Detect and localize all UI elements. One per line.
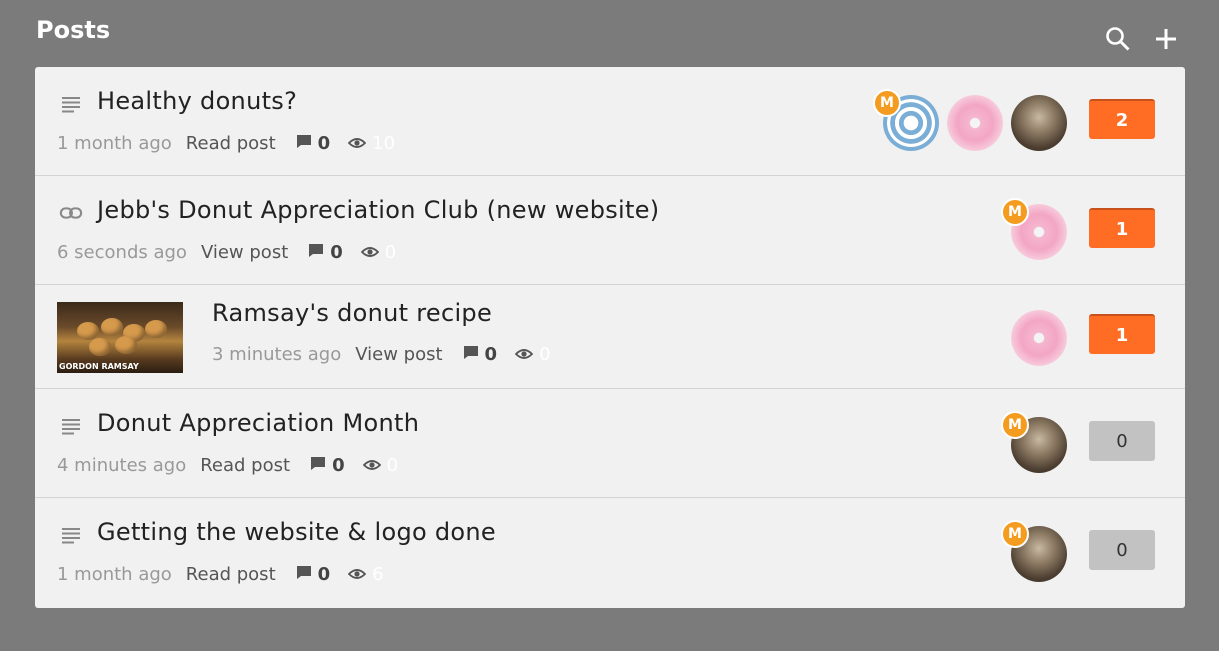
moderator-badge: M xyxy=(873,89,901,117)
comment-count: 0 xyxy=(296,133,331,154)
avatar[interactable]: M xyxy=(873,89,939,151)
view-count-value: 10 xyxy=(372,133,396,154)
post-action-link[interactable]: View post xyxy=(355,344,442,365)
header-actions xyxy=(1103,24,1181,54)
view-count-value: 0 xyxy=(384,242,397,263)
view-count: 0 xyxy=(360,242,397,263)
participant-avatars: M xyxy=(1001,411,1067,473)
comment-count: 0 xyxy=(463,344,498,365)
eye-icon xyxy=(362,455,387,476)
view-count: 0 xyxy=(362,455,399,476)
comment-count: 0 xyxy=(310,455,345,476)
vote-count-badge[interactable]: 1 xyxy=(1089,314,1155,354)
avatar[interactable]: M xyxy=(1001,198,1067,260)
post-title[interactable]: Healthy donuts? xyxy=(97,87,297,115)
avatar[interactable]: M xyxy=(1001,411,1067,473)
participant-avatars: M xyxy=(873,89,1067,151)
post-meta: 1 month ago Read post 0 10 xyxy=(57,133,395,154)
post-row[interactable]: Jebb's Donut Appreciation Club (new webs… xyxy=(35,176,1185,285)
post-row[interactable]: Donut Appreciation Month 4 minutes ago R… xyxy=(35,389,1185,498)
post-title[interactable]: Ramsay's donut recipe xyxy=(212,299,492,327)
post-action-link[interactable]: Read post xyxy=(186,133,276,154)
vote-count-badge[interactable]: 2 xyxy=(1089,99,1155,139)
post-title[interactable]: Jebb's Donut Appreciation Club (new webs… xyxy=(97,196,659,224)
participant-avatars: M xyxy=(1001,520,1067,582)
eye-icon xyxy=(347,564,372,585)
comment-icon xyxy=(296,564,318,585)
vote-count-badge[interactable]: 1 xyxy=(1089,208,1155,248)
search-icon[interactable] xyxy=(1103,24,1133,54)
post-title[interactable]: Getting the website & logo done xyxy=(97,518,496,546)
comment-count-value: 0 xyxy=(317,564,331,585)
thumbnail-caption: GORDON RAMSAY xyxy=(59,362,139,371)
post-time: 3 minutes ago xyxy=(212,344,342,365)
post-row[interactable]: GORDON RAMSAY Ramsay's donut recipe 3 mi… xyxy=(35,285,1185,389)
eye-icon xyxy=(514,344,539,365)
comment-count-value: 0 xyxy=(332,455,345,476)
avatar[interactable]: M xyxy=(1001,520,1067,582)
view-count-value: 0 xyxy=(539,344,551,365)
comment-icon xyxy=(463,344,485,365)
comment-count: 0 xyxy=(308,242,343,263)
moderator-badge: M xyxy=(1001,411,1029,439)
comment-count: 0 xyxy=(296,564,331,585)
moderator-badge: M xyxy=(1001,520,1029,548)
eye-icon xyxy=(360,242,385,263)
page-title: Posts xyxy=(36,16,111,44)
avatar[interactable] xyxy=(947,95,1003,151)
post-row[interactable]: Healthy donuts? 1 month ago Read post 0 … xyxy=(35,67,1185,176)
vote-count-badge[interactable]: 0 xyxy=(1089,421,1155,461)
plus-icon[interactable] xyxy=(1151,24,1181,54)
post-time: 1 month ago xyxy=(57,564,172,585)
vote-count-badge[interactable]: 0 xyxy=(1089,530,1155,570)
post-meta: 3 minutes ago View post 0 0 xyxy=(212,344,551,365)
comment-icon xyxy=(308,242,330,263)
post-title[interactable]: Donut Appreciation Month xyxy=(97,409,419,437)
post-time: 1 month ago xyxy=(57,133,172,154)
link-icon xyxy=(59,201,83,225)
text-post-icon xyxy=(59,92,83,116)
post-thumbnail[interactable]: GORDON RAMSAY xyxy=(57,302,183,373)
post-time: 4 minutes ago xyxy=(57,455,187,476)
post-action-link[interactable]: Read post xyxy=(200,455,290,476)
post-meta: 1 month ago Read post 0 6 xyxy=(57,564,384,585)
view-count: 6 xyxy=(347,564,384,585)
comment-count-value: 0 xyxy=(484,344,498,365)
avatar[interactable] xyxy=(1011,95,1067,151)
comment-count-value: 0 xyxy=(317,133,331,154)
comment-icon xyxy=(310,455,332,476)
post-action-link[interactable]: Read post xyxy=(186,564,276,585)
view-count: 10 xyxy=(347,133,396,154)
post-action-link[interactable]: View post xyxy=(201,242,288,263)
avatar[interactable] xyxy=(1011,310,1067,366)
text-post-icon xyxy=(59,523,83,547)
comment-count-value: 0 xyxy=(330,242,343,263)
post-meta: 6 seconds ago View post 0 0 xyxy=(57,242,396,263)
participant-avatars xyxy=(1011,310,1067,366)
post-meta: 4 minutes ago Read post 0 0 xyxy=(57,455,398,476)
post-time: 6 seconds ago xyxy=(57,242,187,263)
view-count: 0 xyxy=(514,344,551,365)
text-post-icon xyxy=(59,414,83,438)
eye-icon xyxy=(347,133,372,154)
moderator-badge: M xyxy=(1001,198,1029,226)
comment-icon xyxy=(296,133,318,154)
post-row[interactable]: Getting the website & logo done 1 month … xyxy=(35,498,1185,607)
view-count-value: 0 xyxy=(386,455,399,476)
view-count-value: 6 xyxy=(372,564,384,585)
participant-avatars: M xyxy=(1001,198,1067,260)
posts-list: Healthy donuts? 1 month ago Read post 0 … xyxy=(35,67,1185,608)
